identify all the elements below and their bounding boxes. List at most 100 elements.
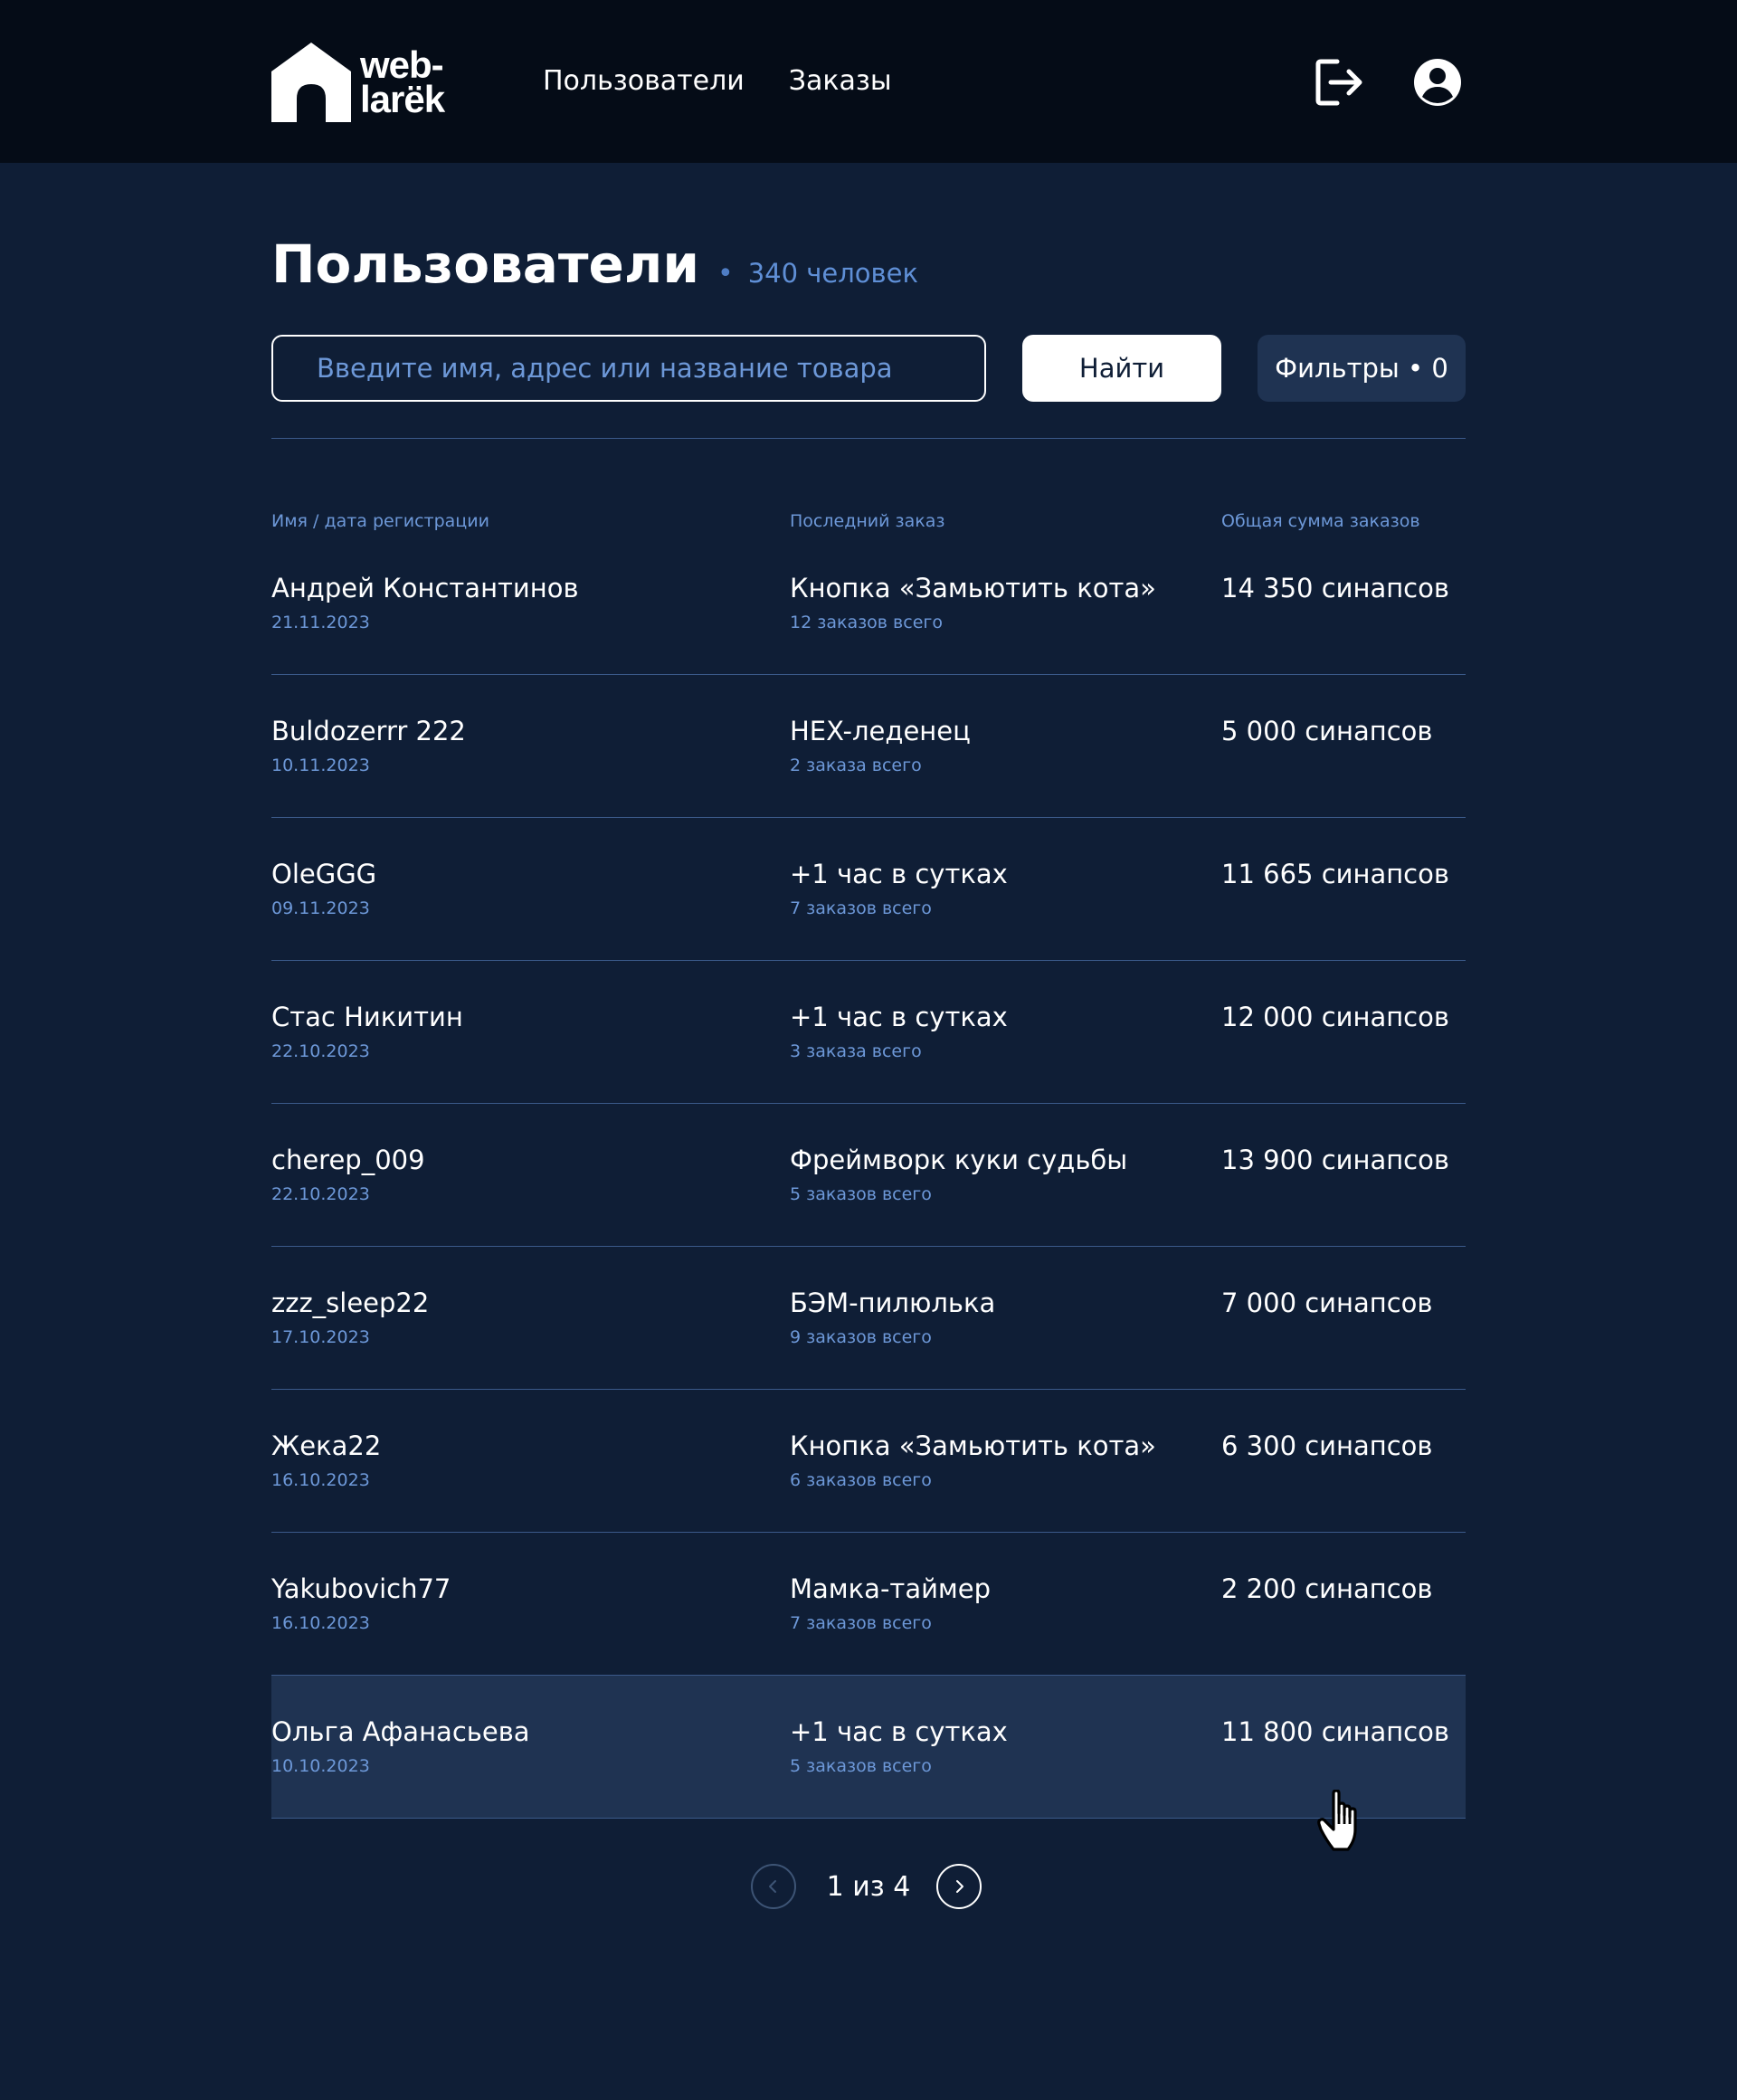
pagination: 1 из 4 (751, 1864, 986, 1913)
users-count: 340 человек (747, 258, 918, 289)
orders-count: 6 заказов всего (790, 1470, 932, 1490)
user-cell: Андрей Константинов 21.11.2023 (271, 573, 579, 632)
total-cell: 13 900 синапсов (1221, 1145, 1449, 1175)
last-order-cell: HEX-леденец 2 заказа всего (790, 716, 971, 775)
chevron-right-icon (956, 1880, 963, 1893)
search-input[interactable] (271, 335, 986, 402)
orders-total: 12 000 синапсов (1221, 1002, 1449, 1032)
orders-count: 2 заказа всего (790, 755, 922, 775)
user-name: cherep_009 (271, 1145, 425, 1175)
column-header-total: Общая сумма заказов (1221, 511, 1420, 531)
last-order-name: Мамка-таймер (790, 1573, 992, 1604)
registration-date: 10.11.2023 (271, 755, 370, 775)
orders-total: 14 350 синапсов (1221, 573, 1449, 603)
column-header-name: Имя / дата регистрации (271, 511, 489, 531)
last-order-name: +1 час в сутках (790, 1002, 1008, 1032)
table-row[interactable]: Yakubovich77 16.10.2023 Мамка-таймер 7 зака… (271, 1533, 1466, 1676)
page-title: Пользователи (271, 233, 700, 295)
hand-cursor-icon (1317, 1790, 1357, 1851)
last-order-name: Кнопка «Замьютить кота» (790, 573, 1156, 603)
orders-count: 3 заказа всего (790, 1041, 922, 1061)
last-order-cell: БЭМ-пилюлька 9 заказов всего (790, 1288, 995, 1347)
user-cell: zzz_sleep22 17.10.2023 (271, 1288, 429, 1347)
total-cell: 7 000 синапсов (1221, 1288, 1433, 1318)
table-row[interactable]: Жека22 16.10.2023 Кнопка «Замьютить кота» 6… (271, 1390, 1466, 1533)
last-order-cell: Кнопка «Замьютить кота» 6 заказов всего (790, 1430, 1156, 1490)
total-cell: 14 350 синапсов (1221, 573, 1449, 603)
separator-dot: • (717, 258, 734, 290)
last-order-cell: Мамка-таймер 7 заказов всего (790, 1573, 991, 1633)
profile-icon[interactable] (1411, 56, 1464, 109)
registration-date: 16.10.2023 (271, 1470, 370, 1490)
orders-count: 5 заказов всего (790, 1756, 932, 1776)
last-order-name: +1 час в сутках (790, 1716, 1008, 1747)
table-row[interactable]: cherep_009 22.10.2023 Фреймворк куки судьб… (271, 1104, 1466, 1247)
orders-total: 11 800 синапсов (1221, 1716, 1449, 1747)
registration-date: 09.11.2023 (271, 898, 370, 918)
total-cell: 6 300 синапсов (1221, 1430, 1433, 1461)
column-header-last-order: Последний заказ (790, 511, 945, 531)
table-row[interactable]: OleGGG 09.11.2023 +1 час в сутках 7 заказов… (271, 818, 1466, 961)
total-cell: 2 200 синапсов (1221, 1573, 1433, 1604)
user-name: Ольга Афанасьева (271, 1716, 530, 1747)
last-order-cell: Кнопка «Замьютить кота» 12 заказов всего (790, 573, 1156, 632)
orders-total: 13 900 синапсов (1221, 1145, 1449, 1175)
find-button[interactable]: Найти (1022, 335, 1221, 402)
orders-count: 9 заказов всего (790, 1327, 932, 1347)
registration-date: 22.10.2023 (271, 1184, 370, 1204)
orders-count: 7 заказов всего (790, 898, 932, 918)
table-row[interactable]: Ольга Афанасьева 10.10.2023 +1 час в сутка… (271, 1676, 1466, 1819)
filters-button[interactable]: Фильтры • 0 (1258, 335, 1466, 402)
last-order-cell: +1 час в сутках 7 заказов всего (790, 859, 1008, 918)
last-order-name: HEX-леденец (790, 716, 971, 746)
table-row[interactable]: Андрей Константинов 21.11.2023 Кнопка «Зам… (271, 532, 1466, 675)
last-order-name: +1 час в сутках (790, 859, 1008, 889)
total-cell: 12 000 синапсов (1221, 1002, 1449, 1032)
table-row[interactable]: Стас Никитин 22.10.2023 +1 час в сутках 3 з… (271, 961, 1466, 1104)
orders-total: 2 200 синапсов (1221, 1573, 1433, 1604)
registration-date: 10.10.2023 (271, 1756, 370, 1776)
orders-count: 12 заказов всего (790, 613, 943, 632)
user-name: Жека22 (271, 1430, 382, 1461)
user-name: zzz_sleep22 (271, 1288, 430, 1318)
last-order-cell: +1 час в сутках 3 заказа всего (790, 1002, 1008, 1061)
total-cell: 5 000 синапсов (1221, 716, 1433, 746)
main-nav: Пользователи Заказы (543, 63, 892, 100)
divider (271, 438, 1466, 439)
table-row[interactable]: zzz_sleep22 17.10.2023 БЭМ-пилюлька 9 заказ… (271, 1247, 1466, 1390)
user-cell: Жека22 16.10.2023 (271, 1430, 381, 1490)
title-row: Пользователи • 340 человек (271, 233, 918, 295)
chevron-left-icon (769, 1880, 776, 1893)
user-cell: Стас Никитин 22.10.2023 (271, 1002, 463, 1061)
logo[interactable]: web- larёk (271, 40, 445, 125)
last-order-name: БЭМ-пилюлька (790, 1288, 996, 1318)
user-cell: Yakubovich77 16.10.2023 (271, 1573, 451, 1633)
orders-total: 7 000 синапсов (1221, 1288, 1433, 1318)
logout-icon[interactable] (1314, 56, 1366, 109)
logo-text-line2: larёk (360, 78, 445, 120)
orders-total: 5 000 синапсов (1221, 716, 1433, 746)
last-order-cell: +1 час в сутках 5 заказов всего (790, 1716, 1008, 1776)
total-cell: 11 665 синапсов (1221, 859, 1449, 889)
user-name: Андрей Константинов (271, 573, 579, 603)
nav-users[interactable]: Пользователи (543, 63, 745, 100)
orders-total: 11 665 синапсов (1221, 859, 1449, 889)
nav-orders[interactable]: Заказы (789, 63, 892, 100)
prev-page-button[interactable] (751, 1864, 796, 1909)
last-order-cell: Фреймворк куки судьбы 5 заказов всего (790, 1145, 1127, 1204)
registration-date: 17.10.2023 (271, 1327, 370, 1347)
user-name: OleGGG (271, 859, 377, 889)
logo-text: web- larёk (360, 46, 445, 120)
user-cell: OleGGG 09.11.2023 (271, 859, 376, 918)
registration-date: 21.11.2023 (271, 613, 370, 632)
page-indicator: 1 из 4 (826, 1871, 911, 1903)
top-header: web- larёk Пользователи Заказы (0, 0, 1737, 163)
last-order-name: Фреймворк куки судьбы (790, 1145, 1128, 1175)
table-row[interactable]: Buldozerrr 222 10.11.2023 HEX-леденец 2 зак… (271, 675, 1466, 818)
user-name: Yakubovich77 (271, 1573, 451, 1604)
last-order-name: Кнопка «Замьютить кота» (790, 1430, 1156, 1461)
next-page-button[interactable] (936, 1864, 982, 1909)
user-name: Стас Никитин (271, 1002, 463, 1032)
total-cell: 11 800 синапсов (1221, 1716, 1449, 1747)
registration-date: 16.10.2023 (271, 1613, 370, 1633)
